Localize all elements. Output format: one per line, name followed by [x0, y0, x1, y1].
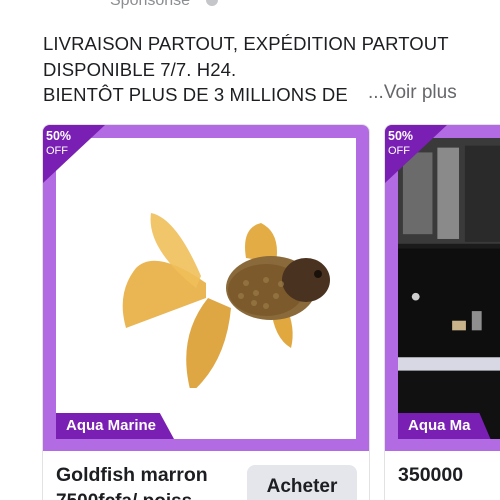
- carousel-card[interactable]: 50% OFF Aqua Marine Goldfish marron 7500…: [42, 124, 370, 500]
- discount-badge: 50% OFF: [388, 129, 413, 159]
- product-title[interactable]: Goldfish marron: [56, 464, 208, 487]
- discount-value: 50%: [388, 129, 414, 143]
- carousel-card[interactable]: 50% OFF Aqua Ma 350000: [384, 124, 500, 500]
- see-more-link[interactable]: ...Voir plus: [368, 82, 457, 104]
- discount-badge: 50% OFF: [46, 129, 71, 159]
- discount-value: 50%: [46, 129, 72, 143]
- product-image[interactable]: [56, 138, 356, 439]
- buy-button[interactable]: Acheter: [247, 465, 357, 500]
- post-header: Sponsorisé: [0, 0, 500, 14]
- product-price: 7500fcfa/ poiss: [56, 491, 192, 500]
- product-image-frame[interactable]: 50% OFF Aqua Marine: [43, 125, 369, 451]
- globe-icon: [206, 0, 218, 6]
- goldfish-image: [122, 213, 330, 388]
- sponsored-label[interactable]: Sponsorisé: [110, 0, 190, 10]
- brand-logo-icon[interactable]: [46, 0, 90, 10]
- product-title[interactable]: 350000: [398, 464, 463, 487]
- brand-tag: Aqua Ma: [398, 413, 491, 439]
- discount-suffix: OFF: [46, 145, 68, 157]
- product-image-frame[interactable]: 50% OFF Aqua Ma: [385, 125, 500, 451]
- card-details: 350000: [385, 451, 500, 500]
- caption-line: DISPONIBLE 7/7. H24.: [43, 58, 237, 80]
- caption-line: LIVRAISON PARTOUT, EXPÉDITION PARTOUT: [43, 33, 449, 54]
- discount-suffix: OFF: [388, 145, 410, 157]
- brand-tag: Aqua Marine: [56, 413, 175, 439]
- product-image[interactable]: [398, 138, 500, 439]
- aquarium-image: [398, 138, 500, 439]
- card-details: Goldfish marron 7500fcfa/ poiss Acheter: [43, 451, 369, 500]
